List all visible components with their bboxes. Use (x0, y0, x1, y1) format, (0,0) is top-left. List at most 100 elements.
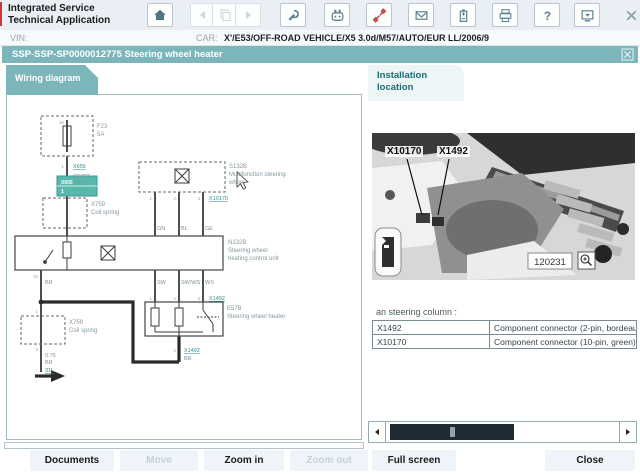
diagram-label: BR (45, 360, 53, 366)
connector-desc-cell: Component connector (2-pin, bordeaux) (489, 320, 637, 335)
battery-icon (459, 8, 467, 22)
diagram-label: Coil spring (69, 328, 97, 334)
diagram-connector-link[interactable]: X1492 (184, 348, 200, 354)
connector-table: X1492 Component connector (2-pin, bordea… (372, 320, 637, 349)
zoom-in-button-label: Zoom in (224, 455, 264, 466)
diagram-label: SW/WS (181, 280, 201, 286)
document-close-icon[interactable] (621, 48, 634, 61)
documents-icon (220, 9, 231, 21)
diagram-label: 1 (61, 189, 64, 195)
app-title-line2: Technical Application (8, 15, 111, 26)
scroll-left-icon (375, 429, 379, 435)
obd-connection-button[interactable] (324, 3, 350, 27)
magnifier-button[interactable] (577, 251, 596, 270)
diagram-horizontal-scrollbar[interactable] (4, 442, 364, 449)
diagram-label: 2 (35, 347, 38, 352)
app-close-button[interactable] (618, 3, 640, 27)
diagram-junction-dot (38, 299, 44, 305)
scrollbar-grip (450, 427, 455, 437)
diagram-connector-link[interactable]: X1492 (209, 296, 225, 302)
fullscreen-toggle-button[interactable] (574, 3, 600, 27)
diagram-label: F23 (97, 124, 108, 130)
diagram-label: 3 (197, 196, 200, 201)
diagram-label: N132B (228, 240, 246, 246)
diagram-label: GE/RT (73, 174, 90, 180)
diagram-label: X759 (91, 202, 106, 208)
diagram-label: 30 (59, 120, 65, 125)
documents-button[interactable]: Documents (30, 450, 114, 471)
diagram-label: BR (184, 356, 192, 362)
diagram-connector-link[interactable]: 31L (45, 368, 54, 374)
scroll-right-arrow[interactable] (619, 422, 636, 442)
obd-plug-icon (331, 9, 343, 21)
top-header: Integrated Service Technical Application (0, 0, 640, 31)
vehicle-bar: VIN: CAR: X'/E53/OFF-ROAD VEHICLE/X5 3.0… (0, 30, 640, 46)
scroll-left-arrow[interactable] (369, 422, 386, 442)
zoom-out-button: Zoom out (290, 450, 368, 471)
tab-installation-location[interactable]: Installation location (368, 65, 464, 101)
diagram-label: X655 (61, 180, 73, 186)
photo-callout-x10170: X10170 (385, 146, 424, 157)
battery-status-button[interactable] (450, 3, 476, 27)
car-label: CAR: (196, 33, 218, 43)
diagram-label: 1 (149, 296, 152, 301)
car-value: X'/E53/OFF-ROAD VEHICLE/X5 3.0d/M57/AUTO… (224, 33, 490, 43)
connector-id-cell: X10170 (372, 334, 490, 349)
photo-callout-x1492: X1492 (437, 146, 470, 157)
wrench-icon (288, 9, 299, 21)
diagram-label: Coil spring (91, 210, 119, 216)
diagram-label: GN (157, 226, 165, 232)
zoom-in-button[interactable]: Zoom in (204, 450, 284, 471)
red-status-bar (0, 2, 2, 26)
connector-desc-cell: Component connector (10-pin, green) (489, 334, 637, 349)
coil-spring-box-1 (42, 197, 88, 229)
tab-wiring-diagram[interactable]: Wiring diagram (6, 65, 98, 95)
scrollbar-thumb[interactable] (390, 424, 514, 440)
diagram-label: S132B (229, 164, 247, 170)
image-number: 120231 (534, 257, 566, 268)
diagram-dashed-boxes (20, 115, 226, 345)
fullscreen-toggle-icon (581, 9, 593, 22)
diagram-ground-wires (35, 300, 181, 378)
diagram-label: 1 (35, 309, 38, 314)
connector-id-cell: X1492 (372, 320, 490, 335)
close-button[interactable]: Close (545, 450, 635, 471)
move-button-label: Move (146, 455, 172, 466)
help-icon: ? (543, 9, 550, 22)
home-button[interactable] (147, 3, 173, 27)
document-title: SSP-SSP-SP0000012775 Steering wheel heat… (12, 49, 223, 60)
tab-installation-line2: location (377, 82, 414, 93)
diagnostic-cable-button[interactable] (366, 3, 392, 27)
workshop-tools-button[interactable] (280, 3, 306, 27)
diagram-label: SW (157, 280, 167, 286)
diagram-label: 10 (33, 274, 39, 279)
diagram-label: WS (205, 280, 214, 286)
messages-button[interactable] (408, 3, 434, 27)
full-screen-button-label: Full screen (387, 455, 441, 466)
diagram-label: Multifunction steering (229, 172, 286, 178)
diagram-label: 3 (197, 296, 200, 301)
wiring-diagram-svg: 30F235A1 X656GE/RT0.75X6551X759Coil sprin… (14, 115, 286, 382)
diagram-label: 0.75 (73, 181, 84, 187)
table-row: X1492 Component connector (2-pin, bordea… (372, 320, 637, 335)
document-title-bar: SSP-SSP-SP0000012775 Steering wheel heat… (2, 46, 638, 63)
documents-button-label: Documents (44, 455, 100, 466)
coil-spring-box-2 (20, 315, 66, 345)
diagram-connector-link[interactable]: X656 (73, 164, 86, 170)
diagram-label: 1 (61, 164, 64, 169)
multifunction-steering-wheel-box (138, 161, 226, 193)
diagram-label: 2 (173, 196, 176, 201)
help-button[interactable]: ? (534, 3, 560, 27)
connector-table-caption: an steering column : (376, 307, 458, 317)
diagram-connector-link[interactable]: X10170 (209, 196, 228, 202)
diagram-label: X759 (69, 320, 84, 326)
app-title: Integrated Service Technical Application (8, 3, 110, 27)
diagram-label: BL (181, 226, 188, 232)
diagram-label: 0.75 (45, 353, 56, 359)
full-screen-button[interactable]: Full screen (372, 450, 456, 471)
diagram-label: heating control unit (228, 256, 279, 262)
forward-icon (246, 11, 251, 19)
diagram-label: E57B (227, 306, 242, 312)
back-icon (200, 11, 205, 19)
print-button[interactable] (492, 3, 518, 27)
